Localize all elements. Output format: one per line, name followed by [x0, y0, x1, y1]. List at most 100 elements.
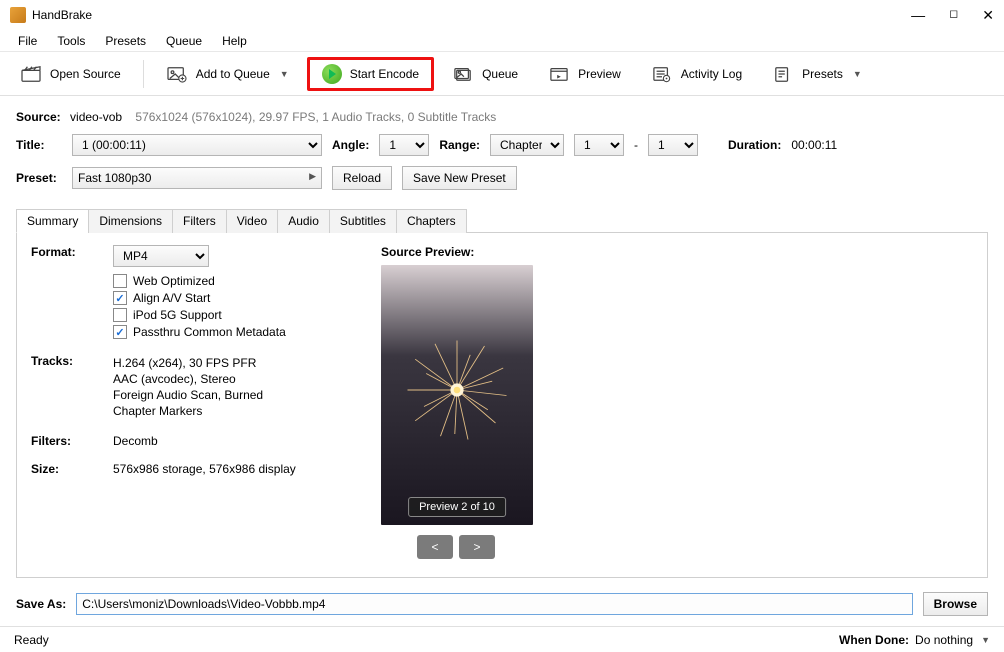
browse-button[interactable]: Browse: [923, 592, 988, 616]
preview-button[interactable]: Preview: [536, 59, 633, 89]
tab-summary[interactable]: Summary: [16, 209, 89, 233]
reload-button[interactable]: Reload: [332, 166, 392, 190]
filters-label: Filters:: [31, 434, 113, 448]
save-new-preset-button[interactable]: Save New Preset: [402, 166, 517, 190]
preset-label: Preset:: [16, 171, 62, 185]
status-text: Ready: [14, 633, 49, 647]
menu-queue[interactable]: Queue: [158, 32, 210, 50]
range-to-select[interactable]: 1: [648, 134, 698, 156]
preview-next-button[interactable]: >: [459, 535, 495, 559]
track-line: H.264 (x264), 30 FPS PFR: [113, 356, 263, 370]
chevron-down-icon: ▼: [981, 635, 990, 645]
add-to-queue-label: Add to Queue: [196, 67, 270, 81]
image-plus-icon: [166, 65, 188, 83]
start-encode-button[interactable]: Start Encode: [307, 57, 434, 91]
size-value: 576x986 storage, 576x986 display: [113, 462, 296, 476]
web-optimized-label: Web Optimized: [133, 274, 215, 288]
save-as-row: Save As: Browse: [0, 582, 1004, 626]
when-done-value[interactable]: Do nothing: [915, 633, 973, 647]
presets-button[interactable]: Presets ▼: [760, 59, 874, 89]
tab-subtitles[interactable]: Subtitles: [329, 209, 397, 233]
tab-video[interactable]: Video: [226, 209, 278, 233]
play-icon: [322, 64, 342, 84]
log-icon: [651, 65, 673, 83]
range-type-select[interactable]: Chapters: [490, 134, 564, 156]
app-logo-icon: [10, 7, 26, 23]
title-select[interactable]: 1 (00:00:11): [72, 134, 322, 156]
source-preview-image: Preview 2 of 10: [381, 265, 533, 525]
menu-file[interactable]: File: [10, 32, 45, 50]
sparkler-icon: [402, 335, 512, 445]
range-from-select[interactable]: 1: [574, 134, 624, 156]
chevron-right-icon: ▶: [309, 171, 316, 182]
open-source-label: Open Source: [50, 67, 121, 81]
title-row: Title: 1 (00:00:11) Angle: 1 Range: Chap…: [16, 134, 988, 156]
chevron-down-icon: ▼: [853, 69, 862, 79]
format-select[interactable]: MP4: [113, 245, 209, 267]
queue-button[interactable]: Queue: [440, 59, 530, 89]
range-label: Range:: [439, 138, 480, 152]
source-row: Source: video-vob 576x1024 (576x1024), 2…: [16, 110, 988, 124]
preview-prev-button[interactable]: <: [417, 535, 453, 559]
angle-label: Angle:: [332, 138, 369, 152]
close-icon[interactable]: ✕: [982, 7, 994, 24]
preview-label: Preview: [578, 67, 621, 81]
when-done-label: When Done:: [839, 633, 909, 647]
title-bar: HandBrake — ◻ ✕: [0, 0, 1004, 30]
preset-row: Preset: ▶ Reload Save New Preset: [16, 166, 988, 190]
track-line: AAC (avcodec), Stereo: [113, 372, 263, 386]
toolbar: Open Source Add to Queue ▼ Start Encode …: [0, 52, 1004, 96]
minimize-icon[interactable]: —: [911, 7, 925, 24]
menu-presets[interactable]: Presets: [97, 32, 154, 50]
track-line: Chapter Markers: [113, 404, 263, 418]
activity-log-label: Activity Log: [681, 67, 742, 81]
size-label: Size:: [31, 462, 113, 476]
menu-bar: File Tools Presets Queue Help: [0, 30, 1004, 52]
tracks-label: Tracks:: [31, 354, 113, 420]
chevron-down-icon: ▼: [280, 69, 289, 79]
queue-label: Queue: [482, 67, 518, 81]
track-line: Foreign Audio Scan, Burned: [113, 388, 263, 402]
add-to-queue-button[interactable]: Add to Queue ▼: [154, 59, 301, 89]
menu-help[interactable]: Help: [214, 32, 255, 50]
tab-audio[interactable]: Audio: [277, 209, 330, 233]
angle-select[interactable]: 1: [379, 134, 429, 156]
title-label: Title:: [16, 138, 62, 152]
save-as-input[interactable]: [76, 593, 912, 615]
maximize-icon[interactable]: ◻: [949, 7, 958, 24]
ipod-checkbox[interactable]: [113, 308, 127, 322]
preview-counter-badge: Preview 2 of 10: [408, 497, 506, 517]
save-as-label: Save As:: [16, 597, 66, 611]
passthru-checkbox[interactable]: [113, 325, 127, 339]
ipod-label: iPod 5G Support: [133, 308, 222, 322]
tab-dimensions[interactable]: Dimensions: [88, 209, 173, 233]
summary-panel: Format: MP4 Web Optimized Align A/V Star…: [16, 233, 988, 578]
duration-label: Duration:: [728, 138, 781, 152]
source-label: Source:: [16, 110, 61, 124]
source-meta: 576x1024 (576x1024), 29.97 FPS, 1 Audio …: [135, 110, 496, 124]
presets-label: Presets: [802, 67, 843, 81]
queue-icon: [452, 65, 474, 83]
align-av-label: Align A/V Start: [133, 291, 210, 305]
range-separator: -: [634, 138, 638, 152]
tab-strip: Summary Dimensions Filters Video Audio S…: [16, 208, 988, 233]
preview-icon: [548, 65, 570, 83]
source-name: video-vob: [70, 110, 122, 124]
align-av-checkbox[interactable]: [113, 291, 127, 305]
window-title: HandBrake: [32, 8, 92, 22]
duration-value: 00:00:11: [791, 138, 837, 152]
format-label: Format:: [31, 245, 113, 342]
clapper-icon: [20, 65, 42, 83]
tab-chapters[interactable]: Chapters: [396, 209, 467, 233]
web-optimized-checkbox[interactable]: [113, 274, 127, 288]
filters-value: Decomb: [113, 434, 158, 448]
passthru-label: Passthru Common Metadata: [133, 325, 286, 339]
tab-filters[interactable]: Filters: [172, 209, 227, 233]
activity-log-button[interactable]: Activity Log: [639, 59, 754, 89]
menu-tools[interactable]: Tools: [49, 32, 93, 50]
toolbar-divider: [143, 60, 144, 88]
preset-select[interactable]: [72, 167, 322, 189]
status-bar: Ready When Done: Do nothing ▼: [0, 626, 1004, 652]
presets-icon: [772, 65, 794, 83]
open-source-button[interactable]: Open Source: [8, 59, 133, 89]
